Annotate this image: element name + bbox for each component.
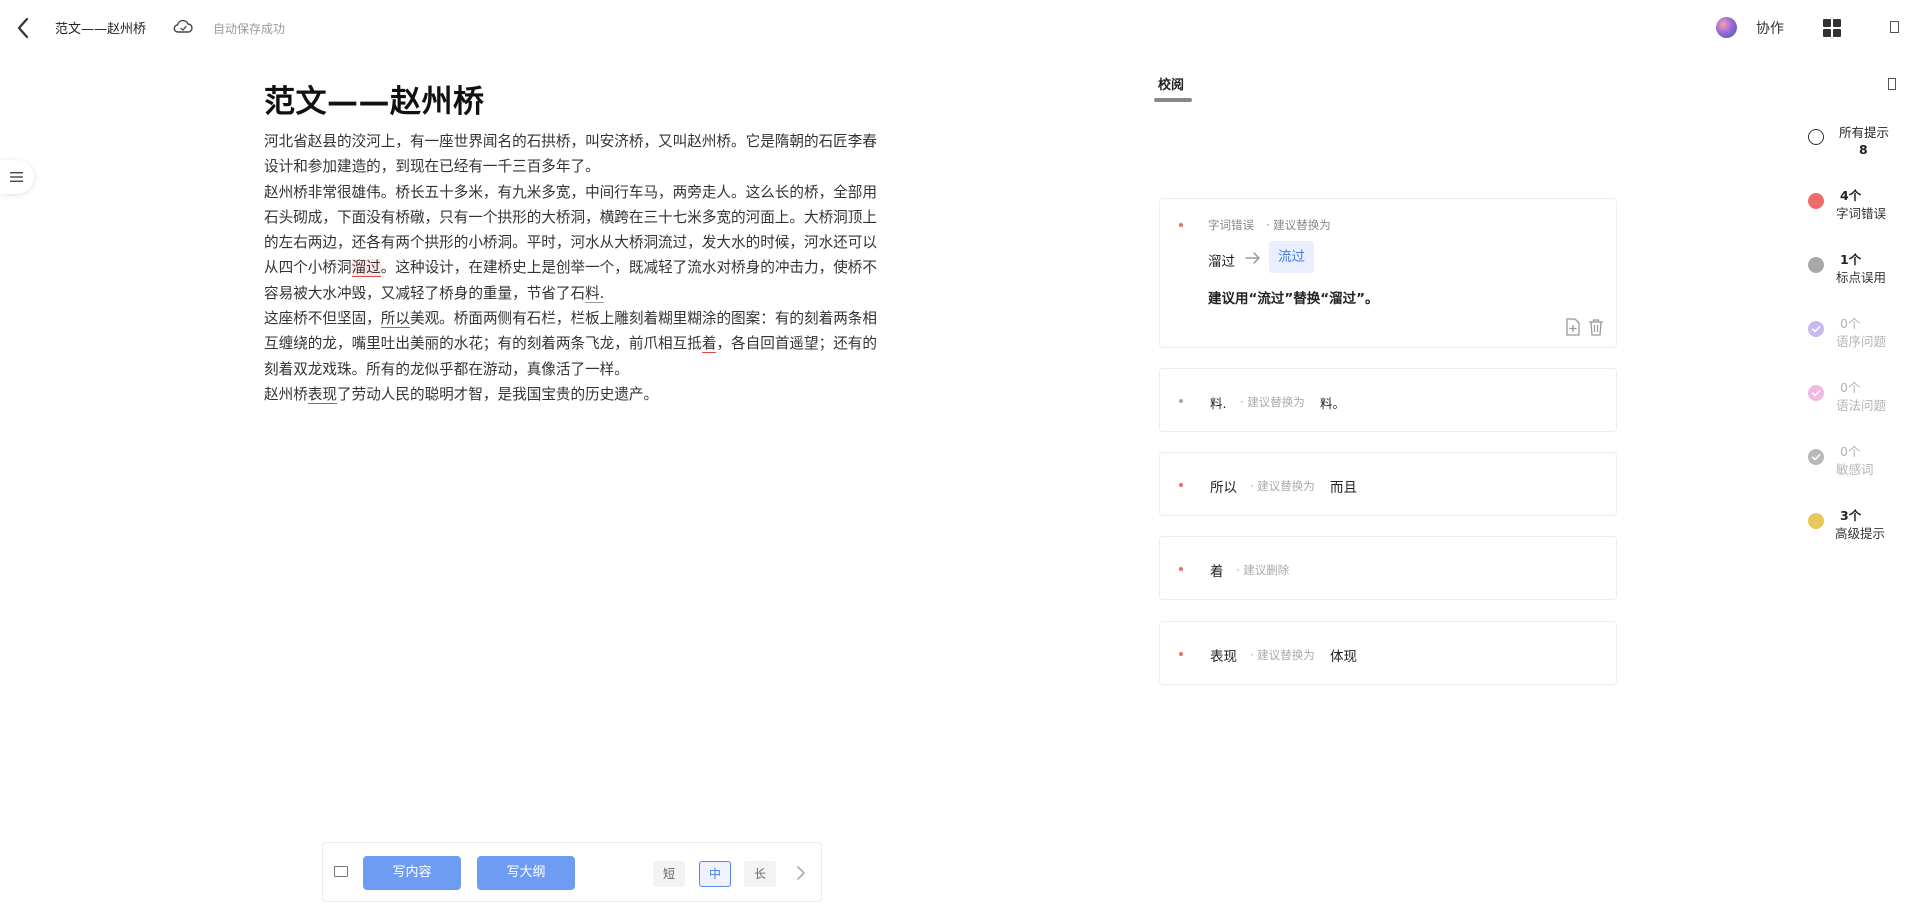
filter-word-order[interactable]: 0个 语序问题 — [1808, 312, 1906, 352]
suggestion-action: · 建议替换为 — [1250, 648, 1315, 662]
filter-count: 1个 — [1840, 252, 1862, 267]
original-text: 溜过 — [1208, 254, 1235, 270]
error-highlight[interactable]: 表现 — [307, 385, 337, 404]
status-dot — [1808, 257, 1824, 273]
length-medium-button[interactable]: 中 — [699, 861, 731, 887]
cloud-icon — [172, 16, 194, 38]
status-dot — [1179, 483, 1183, 487]
error-highlight[interactable]: 所以 — [380, 310, 410, 329]
suggestion-action: · 建议删除 — [1236, 563, 1290, 577]
filter-label: 敏感词 — [1836, 462, 1874, 477]
tab-review[interactable]: 校阅 — [1158, 74, 1184, 93]
paragraph-4[interactable]: 赵州桥表现了劳动人民的聪明才智，是我国宝贵的历史遗产。 — [264, 382, 884, 407]
replacement-text[interactable]: 料。 — [1320, 393, 1345, 412]
panel-toggle-icon[interactable] — [1890, 21, 1899, 33]
filter-grammar[interactable]: 0个 语法问题 — [1808, 376, 1906, 416]
suggestion-category: 字词错误 — [1208, 218, 1254, 232]
replacement-button[interactable]: 流过 — [1269, 241, 1314, 273]
filter-count: 3个 — [1840, 508, 1862, 523]
text-run: 了劳动人民的聪明才智，是我国宝贵的历史遗产。 — [337, 385, 659, 403]
filter-punctuation[interactable]: 1个 标点误用 — [1808, 248, 1906, 288]
save-status: 自动保存成功 — [213, 22, 286, 36]
document-body[interactable]: 河北省赵县的洨河上，有一座世界闻名的石拱桥，叫安济桥，又叫赵州桥。它是隋朝的石匠… — [264, 129, 884, 407]
write-outline-button[interactable]: 写大纲 — [477, 856, 575, 890]
status-dot — [1179, 223, 1183, 227]
text-run: 赵州桥 — [264, 385, 308, 403]
text-run: 这座桥不但坚固， — [264, 310, 381, 328]
original-text: 表现 — [1210, 649, 1237, 665]
suggestion-action: · 建议替换为 — [1250, 479, 1315, 493]
filter-label: 标点误用 — [1836, 270, 1887, 285]
paragraph-2[interactable]: 赵州桥非常很雄伟。桥长五十多米，有九米多宽，中间行车马，两旁走人。这么长的桥，全… — [264, 180, 884, 306]
top-bar: 范文——赵州桥 自动保存成功 协作 — [0, 0, 1906, 56]
filter-count: 0个 — [1840, 316, 1861, 331]
status-dot — [1179, 399, 1183, 403]
paragraph-3[interactable]: 这座桥不但坚固，所以美观。桥面两侧有石栏，栏板上雕刻着糊里糊涂的图案：有的刻着两… — [264, 306, 884, 382]
filter-word-errors[interactable]: 4个 字词错误 — [1808, 184, 1906, 224]
filter-label: 高级提示 — [1835, 526, 1886, 541]
check-circle-icon — [1808, 449, 1824, 465]
back-arrow-icon[interactable] — [12, 14, 36, 42]
add-note-icon[interactable] — [1565, 318, 1581, 336]
write-toolbar: 写内容 写大纲 短 中 长 — [322, 842, 822, 902]
write-content-button[interactable]: 写内容 — [363, 856, 461, 890]
filter-sensitive[interactable]: 0个 敏感词 — [1808, 440, 1906, 480]
error-highlight[interactable]: 料. — [585, 284, 605, 303]
replacement-text[interactable]: 而且 — [1330, 476, 1357, 496]
error-highlight[interactable]: 溜过 — [351, 259, 381, 278]
suggestion-card[interactable]: 所以 · 建议替换为 而且 — [1159, 452, 1617, 516]
trash-icon[interactable] — [1588, 318, 1604, 336]
document-name[interactable]: 范文——赵州桥 — [55, 18, 146, 37]
check-circle-icon — [1808, 385, 1824, 401]
arrow-right-icon — [1244, 249, 1262, 267]
status-dot — [1179, 652, 1183, 656]
filter-label: 语序问题 — [1836, 334, 1887, 349]
length-long-button[interactable]: 长 — [744, 861, 776, 887]
filter-title: 所有提示 — [1839, 125, 1890, 140]
collab-button[interactable]: 协作 — [1756, 18, 1784, 38]
filter-advanced[interactable]: 3个 高级提示 — [1808, 504, 1906, 544]
suggestion-action: · 建议替换为 — [1240, 395, 1305, 409]
outline-toggle-button[interactable] — [0, 160, 34, 194]
status-dot — [1808, 193, 1824, 209]
original-text: 所以 — [1210, 480, 1237, 496]
tab-indicator — [1154, 98, 1192, 102]
circle-icon — [1808, 129, 1824, 145]
paragraph-1[interactable]: 河北省赵县的洨河上，有一座世界闻名的石拱桥，叫安济桥，又叫赵州桥。它是隋朝的石匠… — [264, 129, 884, 180]
filter-count: 4个 — [1840, 188, 1862, 203]
status-dot — [1808, 513, 1824, 529]
suggestion-card[interactable]: 表现 · 建议替换为 体现 — [1159, 621, 1617, 685]
grid-icon[interactable] — [1823, 19, 1841, 37]
error-highlight[interactable]: 着 — [701, 335, 717, 354]
suggestion-tip: 建议用“流过”替换“溜过”。 — [1208, 291, 1379, 307]
status-dot — [1179, 567, 1183, 571]
suggestion-action: · 建议替换为 — [1266, 218, 1331, 232]
toolbar-toggle-icon[interactable] — [334, 866, 348, 877]
suggestion-card[interactable]: 料. · 建议替换为 料。 — [1159, 368, 1617, 432]
original-text: 着 — [1210, 564, 1224, 580]
suggestion-card[interactable]: 字词错误 · 建议替换为 溜过 流过 建议用“流过”替换“溜过”。 — [1159, 198, 1617, 348]
filter-label: 字词错误 — [1836, 206, 1887, 221]
chevron-right-icon[interactable] — [793, 862, 809, 884]
avatar[interactable] — [1716, 17, 1737, 38]
menu-icon — [10, 172, 23, 182]
filter-count: 0个 — [1840, 444, 1861, 459]
check-circle-icon — [1808, 321, 1824, 337]
filter-count: 8 — [1859, 142, 1868, 157]
document-title[interactable]: 范文——赵州桥 — [264, 76, 485, 121]
filter-all[interactable]: 所有提示 8 — [1808, 120, 1906, 168]
filter-count: 0个 — [1840, 380, 1861, 395]
length-short-button[interactable]: 短 — [653, 861, 685, 887]
suggestion-card[interactable]: 着 · 建议删除 — [1159, 536, 1617, 600]
panel-collapse-icon[interactable] — [1888, 78, 1896, 90]
original-text: 料. — [1210, 396, 1227, 411]
replacement-text[interactable]: 体现 — [1330, 645, 1357, 665]
filter-label: 语法问题 — [1836, 398, 1887, 413]
